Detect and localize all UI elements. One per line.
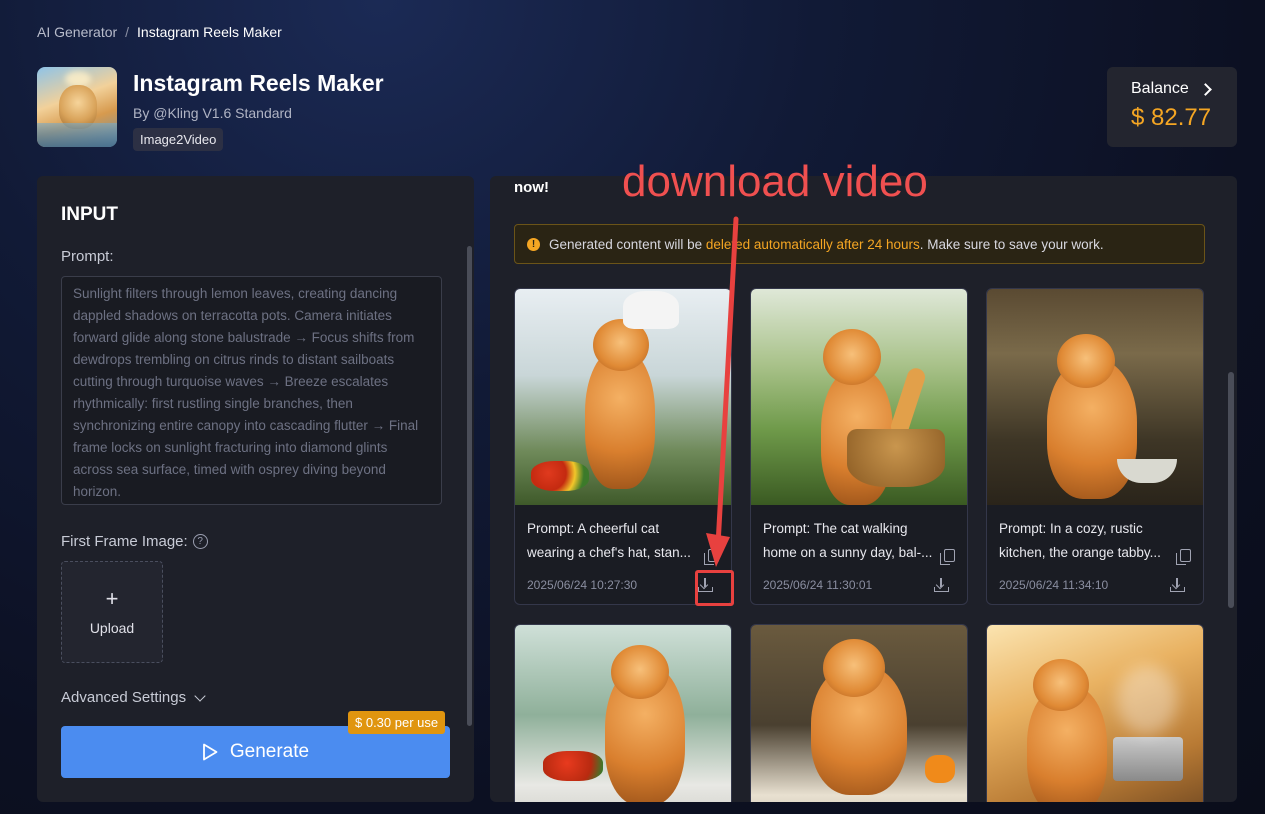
card-timestamp: 2025/06/24 11:30:01 [763, 578, 873, 592]
first-frame-label-row: First Frame Image: ? [61, 533, 208, 550]
upload-button[interactable]: + Upload [61, 561, 163, 663]
page-title: Instagram Reels Maker [133, 70, 384, 96]
help-icon[interactable]: ? [192, 534, 208, 549]
app-header: Instagram Reels Maker By @Kling V1.6 Sta… [37, 67, 384, 151]
card-timestamp: 2025/06/24 10:27:30 [527, 578, 638, 592]
breadcrumb-separator: / [125, 24, 130, 40]
card-prompt: Prompt: The cat walking home on a sunny … [763, 517, 955, 565]
result-thumbnail[interactable] [987, 625, 1203, 802]
model-byline: By @Kling V1.6 Standard [133, 105, 292, 121]
result-card[interactable] [986, 624, 1204, 802]
warning-icon: ! [527, 237, 540, 251]
annotation-highlight-box [695, 570, 734, 606]
result-thumbnail[interactable] [515, 625, 731, 802]
breadcrumb: AI Generator / Instagram Reels Maker [37, 24, 282, 40]
prompt-input[interactable]: Sunlight filters through lemon leaves, c… [61, 276, 442, 505]
result-card[interactable]: Prompt: The cat walking home on a sunny … [750, 288, 968, 605]
input-scrollbar[interactable] [467, 246, 472, 726]
annotation-arrow [706, 216, 739, 567]
result-card[interactable]: Prompt: In a cozy, rustic kitchen, the o… [986, 288, 1204, 605]
notice-suffix: . Make sure to save your work. [919, 236, 1104, 252]
generate-label: Generate [229, 741, 310, 762]
status-text: now! [514, 179, 549, 196]
app-thumbnail [37, 67, 117, 147]
balance-value: $ 82.77 [1131, 104, 1212, 131]
copy-icon[interactable] [1176, 549, 1191, 565]
download-icon[interactable] [933, 577, 949, 593]
advanced-settings-toggle[interactable]: Advanced Settings [61, 689, 206, 706]
card-timestamp: 2025/06/24 11:34:10 [999, 578, 1109, 592]
notice-prefix: Generated content will be [549, 236, 703, 252]
chevron-down-icon [194, 689, 206, 702]
price-badge: $ 0.30 per use [348, 711, 446, 734]
advanced-settings-label: Advanced Settings [61, 689, 187, 706]
card-prompt: Prompt: In a cozy, rustic kitchen, the o… [999, 517, 1191, 565]
upload-label: Upload [89, 620, 135, 636]
play-icon [202, 743, 218, 761]
annotation-label: download video [622, 157, 928, 206]
retention-notice: ! Generated content will be deleted auto… [514, 224, 1205, 264]
result-thumbnail[interactable] [987, 289, 1203, 505]
prompt-label: Prompt: [61, 248, 114, 265]
card-prompt: Prompt: A cheerful cat wearing a chef's … [527, 517, 719, 565]
results-scrollbar[interactable] [1228, 372, 1234, 608]
plus-icon: + [105, 586, 119, 611]
breadcrumb-root[interactable]: AI Generator [37, 24, 117, 40]
result-thumbnail[interactable] [515, 289, 731, 505]
results-panel: now! ! Generated content will be deleted… [490, 176, 1237, 802]
balance-label: Balance [1131, 80, 1189, 97]
chevron-right-icon [1198, 82, 1212, 96]
mode-tag: Image2Video [133, 128, 224, 151]
input-panel-title: INPUT [61, 204, 118, 225]
input-panel: INPUT Prompt: Sunlight filters through l… [37, 176, 474, 802]
result-card[interactable] [514, 624, 732, 802]
copy-icon[interactable] [940, 549, 955, 565]
first-frame-label: First Frame Image: [61, 533, 188, 550]
balance-card[interactable]: Balance $ 82.77 [1107, 67, 1237, 147]
breadcrumb-current: Instagram Reels Maker [137, 24, 282, 40]
result-thumbnail[interactable] [751, 625, 967, 802]
result-thumbnail[interactable] [751, 289, 967, 505]
download-icon[interactable] [1169, 577, 1185, 593]
result-card[interactable] [750, 624, 968, 802]
